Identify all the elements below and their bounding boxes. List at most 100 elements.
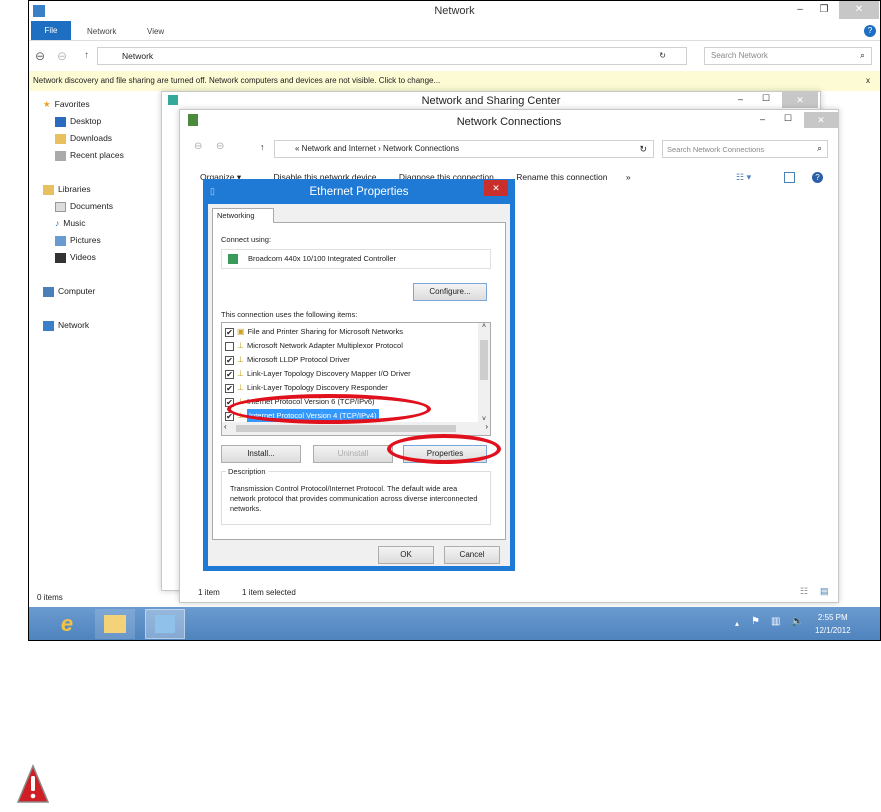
close-button[interactable]: ✕ bbox=[782, 92, 818, 108]
rename-button[interactable]: Rename this connection bbox=[516, 172, 607, 182]
internet-explorer-icon[interactable]: e bbox=[47, 609, 87, 639]
details-view-icon[interactable]: ☷ bbox=[800, 586, 808, 597]
item-row[interactable]: ⊥ Microsoft Network Adapter Multiplexor P… bbox=[222, 339, 490, 353]
nav-downloads[interactable]: Downloads bbox=[29, 130, 161, 147]
nav-music[interactable]: ♪ Music bbox=[29, 215, 161, 232]
nav-computer[interactable]: Computer bbox=[29, 283, 161, 300]
info-bar-text[interactable]: Network discovery and file sharing are t… bbox=[33, 76, 440, 85]
breadcrumb[interactable]: Network bbox=[122, 51, 153, 61]
protocol-icon: ⊥ bbox=[237, 355, 244, 364]
show-hidden-icons[interactable]: ▴ bbox=[735, 619, 739, 628]
dialog-close-button[interactable]: ✕ bbox=[484, 180, 508, 196]
nav-documents[interactable]: Documents bbox=[29, 198, 161, 215]
nav-recent[interactable]: Recent places bbox=[29, 147, 161, 164]
breadcrumb-current[interactable]: Network Connections bbox=[383, 144, 459, 153]
more-commands-button[interactable]: » bbox=[626, 172, 631, 182]
restore-button[interactable]: ❐ bbox=[813, 1, 835, 19]
ribbon: Network View ? bbox=[29, 21, 880, 41]
item-checkbox[interactable]: ✔ bbox=[225, 383, 234, 393]
volume-icon[interactable]: 🔈 bbox=[791, 616, 803, 627]
item-row[interactable]: ✔ ⊥ Link-Layer Topology Discovery Mapper I… bbox=[222, 367, 490, 381]
nav-pictures[interactable]: Pictures bbox=[29, 232, 161, 249]
vertical-scrollbar[interactable]: ˄ ˅ bbox=[478, 323, 490, 423]
item-label: Microsoft Network Adapter Multiplexor Pr… bbox=[246, 341, 403, 350]
scroll-thumb[interactable] bbox=[480, 340, 488, 380]
network-icon bbox=[43, 320, 54, 331]
item-label: Microsoft LLDP Protocol Driver bbox=[246, 355, 350, 364]
refresh-icon[interactable]: ↻ bbox=[659, 51, 666, 60]
screenshot-frame: Network – ❐ ✕ Network View ? File ⊖ ⊖ ↑ … bbox=[28, 0, 881, 641]
cancel-button[interactable]: Cancel bbox=[444, 546, 500, 564]
forward-icon[interactable]: ⊖ bbox=[57, 49, 67, 63]
back-icon[interactable]: ⊖ bbox=[194, 141, 202, 152]
nav-label: Favorites bbox=[54, 99, 90, 109]
music-icon: ♪ bbox=[55, 218, 60, 228]
item-checkbox[interactable] bbox=[225, 341, 234, 351]
change-view-icon[interactable]: ☷ ▾ bbox=[736, 172, 751, 183]
address-bar[interactable]: Network ↻ bbox=[97, 47, 687, 65]
up-arrow-icon[interactable]: ↑ bbox=[260, 142, 265, 152]
scroll-thumb-horizontal[interactable] bbox=[236, 425, 456, 432]
install-button[interactable]: Install... bbox=[221, 445, 301, 463]
maximize-button[interactable]: ☐ bbox=[762, 93, 770, 104]
nav-desktop[interactable]: Desktop bbox=[29, 113, 161, 130]
back-icon[interactable]: ⊖ bbox=[35, 49, 45, 63]
documents-icon bbox=[55, 201, 66, 212]
breadcrumb-parent[interactable]: Network and Internet bbox=[302, 144, 376, 153]
nav-favorites[interactable]: ★ Favorites bbox=[29, 96, 161, 113]
refresh-icon[interactable]: ↻ bbox=[639, 144, 647, 155]
close-button[interactable]: ✕ bbox=[804, 112, 838, 128]
tab-network[interactable]: Network bbox=[79, 24, 124, 40]
nav-label: Libraries bbox=[58, 184, 91, 194]
scroll-up-icon[interactable]: ˄ bbox=[478, 323, 490, 330]
horizontal-scrollbar[interactable]: ‹ › bbox=[222, 422, 490, 435]
selected-count: 1 item selected bbox=[242, 588, 296, 597]
scroll-left-icon[interactable]: ‹ bbox=[224, 422, 227, 431]
configure-button[interactable]: Configure... bbox=[413, 283, 487, 301]
forward-icon[interactable]: ⊖ bbox=[216, 141, 224, 152]
item-row[interactable]: ✔ ⊥ Microsoft LLDP Protocol Driver bbox=[222, 353, 490, 367]
ok-button[interactable]: OK bbox=[378, 546, 434, 564]
search-icon[interactable]: ⌕ bbox=[817, 143, 822, 154]
search-network-input[interactable]: Search Network ⌕ bbox=[704, 47, 872, 65]
action-center-icon[interactable]: ⚑ bbox=[751, 616, 760, 627]
item-row[interactable]: ✔ ▣ File and Printer Sharing for Microsoft… bbox=[222, 325, 490, 339]
minimize-button[interactable]: – bbox=[760, 114, 765, 124]
close-button[interactable]: ✕ bbox=[839, 1, 879, 19]
clock[interactable]: 2:55 PM 12/1/2012 bbox=[815, 611, 851, 637]
connections-address-bar[interactable]: « Network and Internet › Network Connect… bbox=[274, 140, 654, 158]
preview-pane-icon[interactable] bbox=[784, 172, 795, 183]
tiles-view-icon[interactable]: ▤ bbox=[820, 586, 829, 597]
nav-network[interactable]: Network bbox=[29, 317, 161, 334]
up-arrow-icon[interactable]: ↑ bbox=[84, 50, 89, 61]
item-checkbox[interactable]: ✔ bbox=[225, 355, 234, 365]
connections-title: Network Connections bbox=[456, 116, 562, 128]
nav-videos[interactable]: Videos bbox=[29, 249, 161, 266]
maximize-button[interactable]: ☐ bbox=[784, 113, 792, 124]
search-connections-input[interactable]: Search Network Connections ⌕ bbox=[662, 140, 828, 158]
minimize-button[interactable]: – bbox=[789, 1, 811, 19]
close-info-icon[interactable]: x bbox=[866, 71, 870, 91]
search-icon[interactable]: ⌕ bbox=[860, 50, 865, 61]
search-placeholder: Search Network bbox=[711, 51, 768, 60]
nav-label: Videos bbox=[70, 252, 96, 262]
item-checkbox[interactable]: ✔ bbox=[225, 369, 234, 379]
help-icon[interactable]: ? bbox=[812, 172, 823, 183]
control-panel-button[interactable] bbox=[145, 609, 185, 639]
nav-libraries[interactable]: Libraries bbox=[29, 181, 161, 198]
minimize-button[interactable]: – bbox=[738, 94, 743, 104]
item-row[interactable]: ✔ ⊥ Link-Layer Topology Discovery Responde… bbox=[222, 381, 490, 395]
tab-view[interactable]: View bbox=[139, 24, 172, 40]
file-explorer-button[interactable] bbox=[95, 609, 135, 639]
connect-using-label: Connect using: bbox=[221, 235, 272, 244]
scroll-right-icon[interactable]: › bbox=[485, 422, 488, 431]
info-bar[interactable]: Network discovery and file sharing are t… bbox=[29, 71, 880, 91]
network-tray-icon[interactable]: ▥ bbox=[771, 616, 780, 627]
item-checkbox[interactable]: ✔ bbox=[225, 327, 234, 337]
help-icon[interactable]: ? bbox=[864, 25, 876, 37]
tab-file[interactable]: File bbox=[31, 21, 71, 40]
protocol-icon: ⊥ bbox=[237, 383, 244, 392]
uninstall-button[interactable]: Uninstall bbox=[313, 445, 393, 463]
tab-networking[interactable]: Networking bbox=[212, 208, 274, 223]
desktop-icon bbox=[55, 116, 66, 127]
